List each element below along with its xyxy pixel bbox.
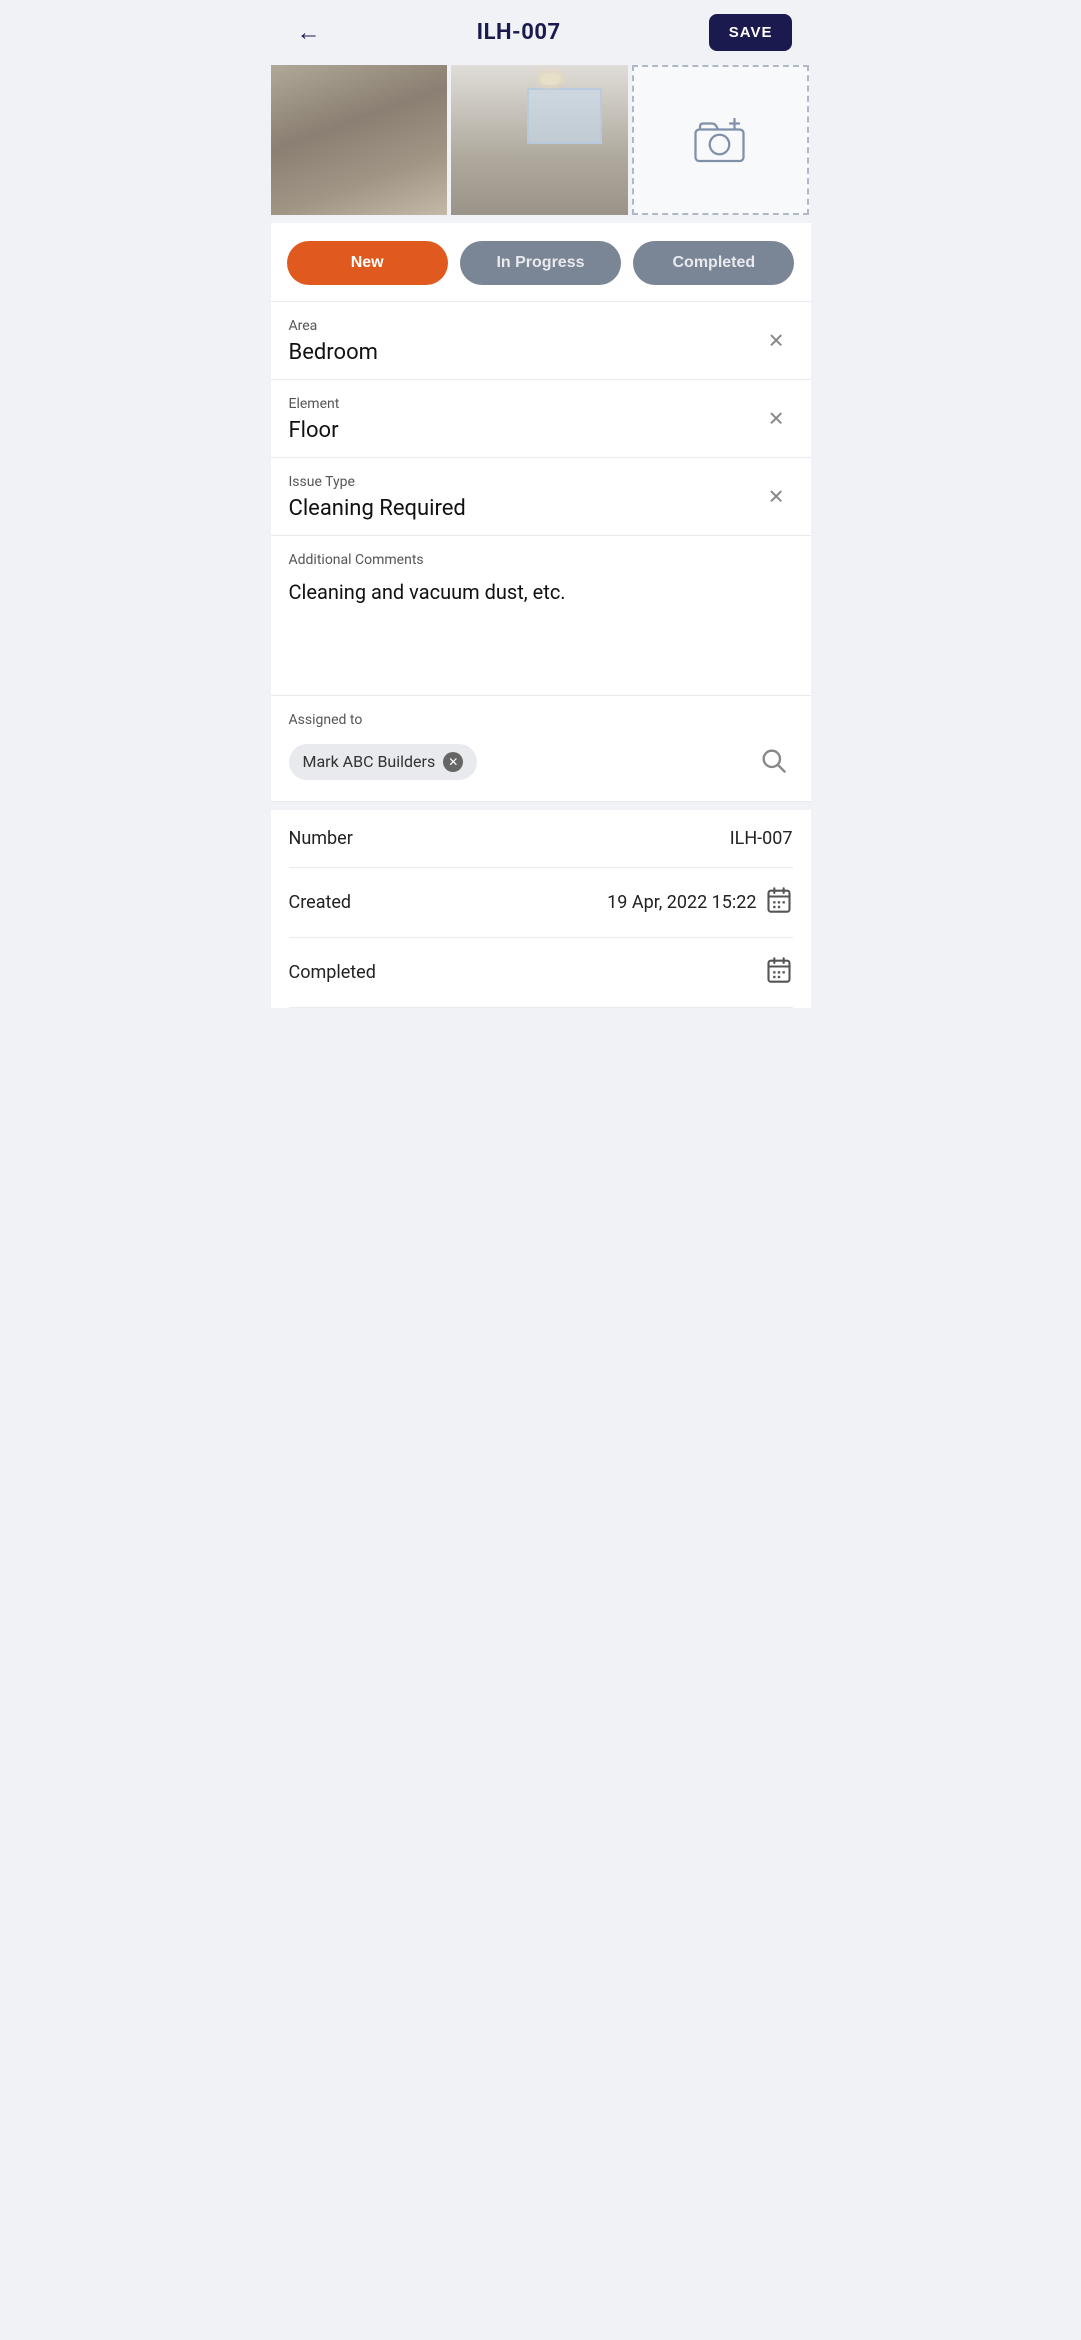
issue-type-field[interactable]: Issue Type Cleaning Required ✕ [271,458,811,536]
area-field[interactable]: Area Bedroom ✕ [271,302,811,380]
photo-strip [271,65,811,223]
completed-calendar-icon[interactable] [765,956,793,989]
issue-type-label: Issue Type [289,474,793,490]
created-value: 19 Apr, 2022 15:22 [607,886,792,919]
page-title: ILH-007 [477,20,561,45]
assignee-name: Mark ABC Builders [303,752,436,771]
assigned-row: Mark ABC Builders ✕ [289,740,793,783]
area-clear-button[interactable]: ✕ [760,324,793,357]
element-value: Floor [289,418,793,443]
element-field[interactable]: Element Floor ✕ [271,380,811,458]
assignee-chip[interactable]: Mark ABC Builders ✕ [289,744,478,780]
number-label: Number [289,828,353,849]
save-button[interactable]: SAVE [709,14,793,51]
area-value: Bedroom [289,340,793,365]
camera-icon [691,116,751,164]
completed-value [765,956,793,989]
comments-label: Additional Comments [289,552,793,568]
completed-label: Completed [289,962,376,983]
add-photo-button[interactable] [632,65,809,215]
assigned-section: Assigned to Mark ABC Builders ✕ [271,696,811,802]
status-in-progress-button[interactable]: In Progress [460,241,621,285]
header: ← ILH-007 SAVE [271,0,811,65]
element-clear-button[interactable]: ✕ [760,402,793,435]
completed-row: Completed [289,938,793,1008]
status-completed-button[interactable]: Completed [633,241,794,285]
bottom-spacer [271,1008,811,1048]
form-section: Area Bedroom ✕ Element Floor ✕ Issue Typ… [271,302,811,536]
number-value: ILH-007 [730,828,793,849]
area-label: Area [289,318,793,334]
assignee-remove-button[interactable]: ✕ [443,752,463,772]
back-button[interactable]: ← [289,15,329,51]
created-label: Created [289,892,352,913]
photo-thumb-1[interactable] [271,65,448,215]
element-label: Element [289,396,793,412]
calendar-icon[interactable] [765,886,793,919]
meta-section: Number ILH-007 Created 19 Apr, 2022 15:2… [271,810,811,1008]
created-date-text: 19 Apr, 2022 15:22 [607,892,756,913]
search-icon [759,746,787,774]
photo-thumb-2[interactable] [451,65,628,215]
comments-value: Cleaning and vacuum dust, etc. [289,578,793,606]
status-row: New In Progress Completed [271,223,811,302]
created-row: Created 19 Apr, 2022 15:22 [289,868,793,938]
number-row: Number ILH-007 [289,810,793,868]
assigned-label: Assigned to [289,712,793,728]
issue-type-clear-button[interactable]: ✕ [760,480,793,513]
assignee-search-button[interactable] [753,740,793,783]
status-new-button[interactable]: New [287,241,448,285]
issue-type-value: Cleaning Required [289,496,793,521]
comments-section[interactable]: Additional Comments Cleaning and vacuum … [271,536,811,696]
